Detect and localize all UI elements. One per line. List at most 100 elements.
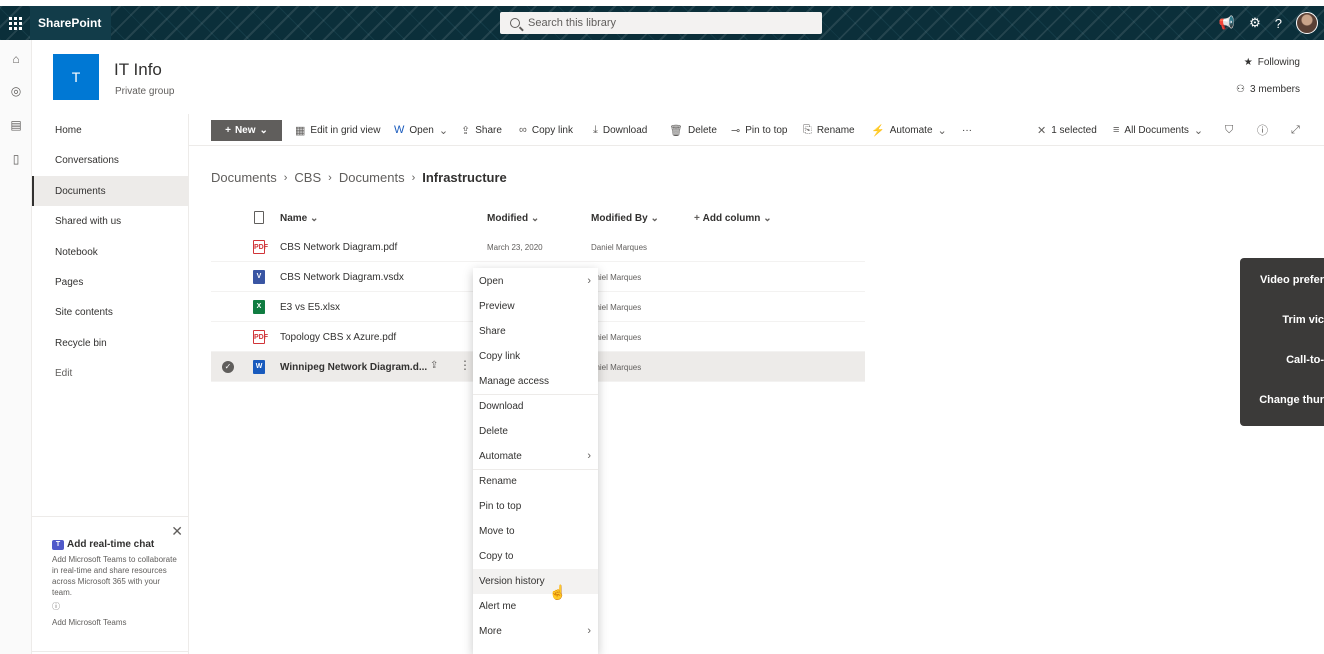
menu-item-more[interactable]: More › [473,619,598,644]
pin-to-top-button[interactable]: ⊸ Pin to top [731,114,787,146]
share-icon[interactable]: ⇪ [430,360,438,371]
breadcrumb-item[interactable]: Documents [211,170,277,185]
site-logo[interactable]: T [53,54,99,100]
document-icon[interactable]: ▯ [9,152,23,166]
nav-item-recycle-bin[interactable]: Recycle bin [32,328,189,358]
plus-icon: + [225,125,231,136]
rename-button[interactable]: ⎘ Rename [803,114,855,146]
site-title[interactable]: IT Info [114,60,162,80]
close-icon[interactable]: ✕ [171,523,183,540]
breadcrumb-current: Infrastructure [422,170,507,185]
menu-item-rename[interactable]: Rename [473,469,598,494]
file-name[interactable]: Topology CBS x Azure.pdf [280,322,396,352]
add-column-button[interactable]: + Add column ⌄ [694,204,772,232]
following-button[interactable]: ★ Following [1244,57,1300,68]
globe-icon[interactable]: ◎ [9,84,23,98]
file-name[interactable]: CBS Network Diagram.vsdx [280,262,404,292]
app-launcher-button[interactable] [0,6,30,40]
nav-item-pages[interactable]: Pages [32,267,189,297]
automate-button[interactable]: ⚡ Automate ⌄ [871,114,947,146]
menu-item-move-to[interactable]: Move to [473,519,598,544]
selected-count-button[interactable]: ✕ 1 selected [1037,114,1097,146]
file-name[interactable]: CBS Network Diagram.pdf [280,232,397,262]
home-icon[interactable]: ⌂ [9,52,23,66]
change-thumbnail-item[interactable]: Change thur [1259,394,1324,414]
chevron-right-icon: › [411,171,416,184]
news-icon[interactable]: ▤ [9,118,23,132]
context-menu: Open › Preview Share Copy link Manage acc… [473,268,598,654]
column-header-name[interactable]: Name ⌄ [280,204,318,232]
nav-item-site-contents[interactable]: Site contents [32,297,189,327]
menu-item-label: Automate [479,451,522,462]
suite-bar-actions: 📢 ⚙ ? [1219,6,1318,40]
column-modified-by-label: Modified By [591,212,648,224]
view-switcher[interactable]: ≡ All Documents ⌄ [1113,114,1203,146]
call-to-action-item[interactable]: Call-to- [1286,354,1324,374]
file-type-icon [254,211,264,224]
menu-item-open[interactable]: Open › [473,269,598,294]
menu-item-delete[interactable]: Delete [473,419,598,444]
menu-item-manage-access[interactable]: Manage access [473,369,598,394]
delete-button[interactable]: 🗑 Delete [669,114,717,146]
add-teams-link[interactable]: Add Microsoft Teams [52,618,177,627]
edit-grid-button[interactable]: ▦ Edit in grid view [295,114,380,146]
person-icon: ⚇ [1236,84,1245,95]
open-button[interactable]: W Open ⌄ [394,114,448,146]
menu-item-copy-to[interactable]: Copy to [473,544,598,569]
avatar[interactable] [1296,12,1318,34]
copy-link-button[interactable]: ∞ Copy link [519,114,573,146]
new-button[interactable]: + New ⌄ [211,120,282,141]
table-row[interactable]: PDF CBS Network Diagram.pdf March 23, 20… [211,232,865,262]
nav-item-conversations[interactable]: Conversations [32,145,189,175]
search-input[interactable]: Search this library [500,12,822,34]
column-header-modified-by[interactable]: Modified By ⌄ [591,204,659,232]
site-subtitle: Private group [115,86,175,97]
edit-grid-label: Edit in grid view [310,124,381,136]
info-icon[interactable]: ⓘ [1257,114,1268,146]
nav-item-edit[interactable]: Edit [32,358,189,388]
column-modified-label: Modified [487,212,529,224]
file-modified: March 23, 2020 [487,242,543,252]
menu-item-share[interactable]: Share [473,319,598,344]
menu-item-copy-link[interactable]: Copy link [473,344,598,369]
menu-item-label: Copy link [479,351,521,362]
menu-item-label: Manage access [479,376,550,387]
download-button[interactable]: ⤓ Download [593,114,647,146]
menu-item-label: Share [479,326,506,337]
breadcrumb-item[interactable]: CBS [294,170,321,185]
visio-file-icon: V [253,270,265,284]
menu-item-pin-to-top[interactable]: Pin to top [473,494,598,519]
megaphone-icon[interactable]: 📢 [1219,15,1235,31]
add-column-label: Add column [702,212,761,224]
info-icon[interactable]: ⓘ [52,601,177,612]
trim-video-item[interactable]: Trim vic [1282,314,1324,334]
breadcrumb-item[interactable]: Documents [339,170,405,185]
more-actions-button[interactable]: ··· [962,114,972,146]
nav-item-shared-with-us[interactable]: Shared with us [32,206,189,236]
more-vertical-icon[interactable]: ⋮ [459,358,471,372]
share-button[interactable]: ⇪ Share [461,114,502,146]
file-name[interactable]: Winnipeg Network Diagram.d... [280,352,427,382]
menu-item-download[interactable]: Download [473,394,598,419]
chevron-down-icon: ⌄ [937,124,947,137]
members-button[interactable]: ⚇ 3 members [1236,84,1300,95]
menu-item-version-history[interactable]: Version history [473,569,598,594]
column-header-modified[interactable]: Modified ⌄ [487,204,539,232]
menu-item-label: Move to [479,526,515,537]
gear-icon[interactable]: ⚙ [1249,15,1261,31]
nav-item-documents[interactable]: Documents [32,176,189,206]
checkmark-icon[interactable]: ✓ [222,361,234,373]
expand-icon[interactable]: ⤢ [1291,114,1300,146]
file-name[interactable]: E3 vs E5.xlsx [280,292,340,322]
menu-item-automate[interactable]: Automate › [473,444,598,469]
nav-item-home[interactable]: Home [32,115,189,145]
nav-item-notebook[interactable]: Notebook [32,237,189,267]
filter-icon[interactable]: ⛉ [1225,114,1233,146]
menu-item-preview[interactable]: Preview [473,294,598,319]
app-name[interactable]: SharePoint [30,6,112,40]
help-icon[interactable]: ? [1275,16,1282,31]
chevron-down-icon: ⌄ [1193,124,1204,137]
download-icon: ⤓ [593,123,598,136]
video-preferences-item[interactable]: Video prefer [1260,274,1324,294]
menu-item-alert-me[interactable]: Alert me [473,594,598,619]
